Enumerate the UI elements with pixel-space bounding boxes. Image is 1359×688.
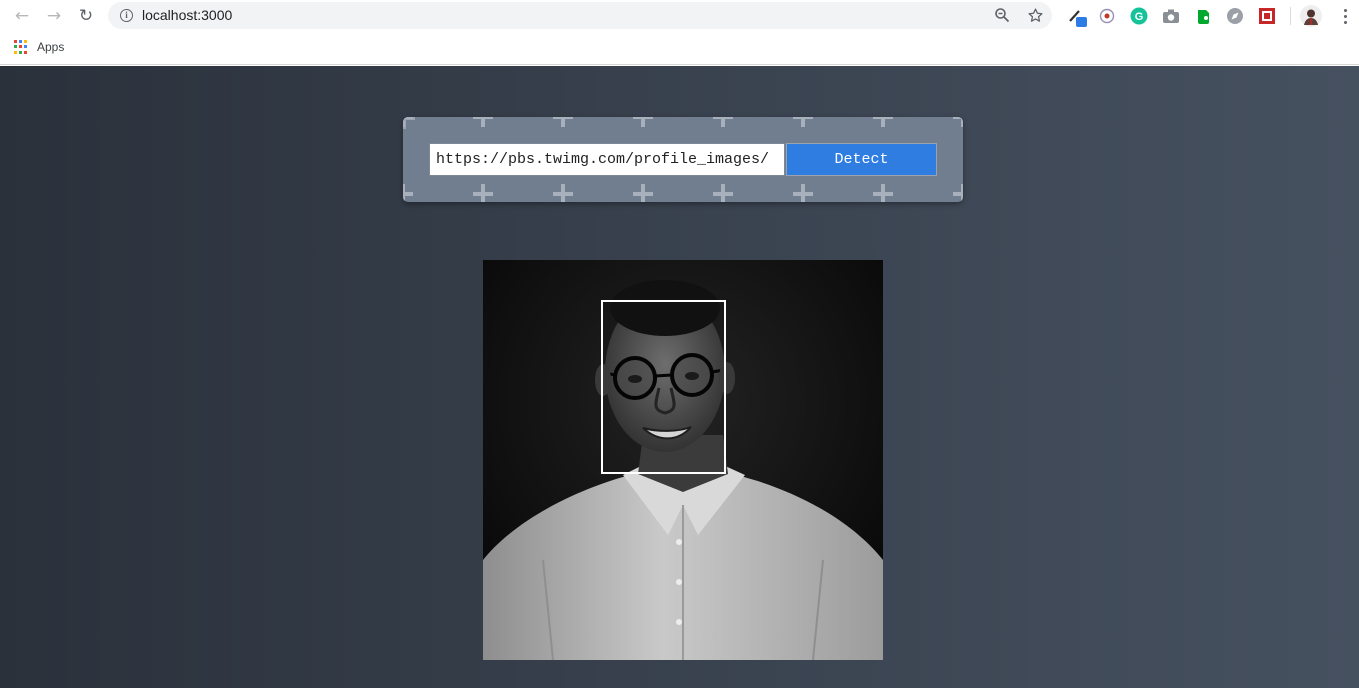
evernote-icon[interactable] xyxy=(1192,5,1214,27)
page-content: Detect xyxy=(0,66,1359,688)
apps-grid-icon xyxy=(14,40,28,54)
menu-icon[interactable] xyxy=(1335,5,1355,27)
face-photo xyxy=(483,260,883,660)
face-bounding-box xyxy=(601,300,726,474)
info-icon[interactable]: i xyxy=(120,9,133,22)
url-form-panel: Detect xyxy=(403,117,963,202)
reload-icon[interactable]: ↻ xyxy=(74,4,98,28)
url-text[interactable]: localhost:3000 xyxy=(142,7,232,23)
extension-icon[interactable] xyxy=(1096,5,1118,27)
star-icon[interactable] xyxy=(1025,5,1045,25)
eyedropper-icon[interactable] xyxy=(1066,5,1088,27)
grammarly-icon[interactable]: G xyxy=(1128,5,1150,27)
compass-icon[interactable] xyxy=(1224,5,1246,27)
forward-icon[interactable]: → xyxy=(42,4,66,28)
apps-bookmark[interactable]: Apps xyxy=(14,40,64,54)
profile-avatar[interactable] xyxy=(1300,5,1322,27)
pdf-icon[interactable] xyxy=(1256,5,1278,27)
browser-toolbar: ← → ↻ i localhost:3000 G xyxy=(0,0,1359,32)
image-url-input[interactable] xyxy=(429,143,785,176)
address-bar[interactable]: i localhost:3000 xyxy=(108,2,1052,29)
toolbar-divider xyxy=(1290,7,1291,25)
svg-text:G: G xyxy=(1135,11,1144,23)
zoom-icon[interactable] xyxy=(992,5,1012,25)
camera-icon[interactable] xyxy=(1160,5,1182,27)
bookmarks-bar: Apps xyxy=(0,32,1359,65)
apps-label: Apps xyxy=(37,40,65,54)
detect-button[interactable]: Detect xyxy=(786,143,937,176)
back-icon[interactable]: ← xyxy=(10,4,34,28)
